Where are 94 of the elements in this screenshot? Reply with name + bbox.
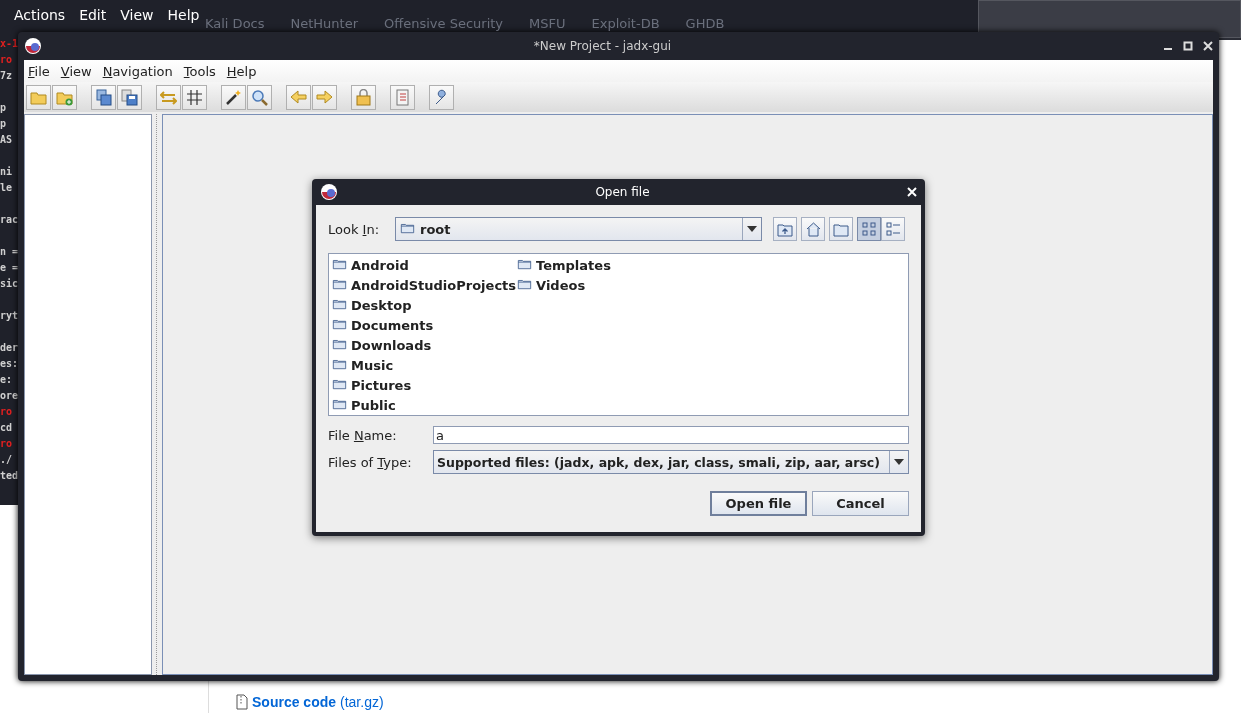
new-folder-icon xyxy=(833,221,849,237)
save-icon xyxy=(121,88,138,106)
app-logo-icon xyxy=(24,37,42,55)
terminal-text: rac xyxy=(0,213,18,227)
field-label: Look In: xyxy=(328,221,381,237)
folder-icon xyxy=(331,298,348,312)
terminal-text: ni xyxy=(0,165,14,179)
menu-item[interactable]: Tools xyxy=(183,63,216,79)
list-item[interactable]: Music xyxy=(351,357,394,373)
search-icon xyxy=(251,88,268,106)
terminal-text: cd xyxy=(0,421,14,435)
terminal-text: e = xyxy=(0,261,18,275)
terminal-text: sic xyxy=(0,277,18,291)
list-item[interactable]: AndroidStudioProjects xyxy=(351,277,517,293)
menu-item[interactable]: Actions xyxy=(14,7,66,23)
terminal-text: x-1 xyxy=(0,37,18,51)
forward-arrow-icon xyxy=(316,88,333,106)
terminal-text: der xyxy=(0,341,18,355)
folder-icon xyxy=(331,358,348,372)
terminal-text: ore xyxy=(0,389,18,403)
field-label: File Name: xyxy=(328,427,398,443)
terminal-text: ro xyxy=(0,437,14,451)
list-item[interactable]: Templates xyxy=(536,257,611,273)
folder-icon xyxy=(516,258,534,272)
folder-icon xyxy=(331,278,348,292)
menu-item[interactable]: View xyxy=(120,7,154,23)
folder-icon xyxy=(331,258,348,272)
cancel-button[interactable]: Cancel xyxy=(812,491,909,516)
home-icon xyxy=(805,221,821,237)
notebook-icon xyxy=(394,88,411,106)
folder-icon xyxy=(331,318,348,332)
list-item[interactable]: Public xyxy=(351,397,396,413)
caret-icon xyxy=(894,459,904,465)
zip-file-icon xyxy=(236,694,248,710)
grid-icon xyxy=(186,88,203,106)
details-view-icon xyxy=(885,221,901,237)
view-toggle[interactable] xyxy=(857,217,881,241)
terminal-text: p xyxy=(0,117,8,131)
terminal-text: ryt xyxy=(0,309,18,323)
maximize-icon[interactable] xyxy=(1183,41,1193,51)
terminal-text: es: xyxy=(0,357,18,371)
terminal-text: AS xyxy=(0,133,14,147)
terminal-text: e: xyxy=(0,373,14,387)
toolbar-button[interactable] xyxy=(221,84,246,110)
magic-wand-icon xyxy=(225,88,242,106)
list-view-icon xyxy=(861,221,877,237)
dropdown-value: Supported files: (jadx, apk, dex, jar, class, smali, zip, aar, arsc) xyxy=(436,454,881,470)
toolbar-button[interactable] xyxy=(91,84,116,110)
folder-icon xyxy=(516,278,534,292)
field-label: Files of Type: xyxy=(328,454,413,470)
list-item[interactable]: Desktop xyxy=(351,297,412,313)
menu-item[interactable]: Help xyxy=(226,63,257,79)
folder-icon xyxy=(331,338,348,352)
back-arrow-icon xyxy=(290,88,307,106)
dialog-title: Open file xyxy=(594,185,651,199)
terminal-text: n = xyxy=(0,245,18,259)
terminal-text: 7z xyxy=(0,69,14,83)
folder-icon xyxy=(331,378,348,392)
dropdown-value: root xyxy=(420,221,451,237)
terminal-text: ro xyxy=(0,405,14,419)
list-item[interactable]: Android xyxy=(351,257,409,273)
menu-item[interactable]: View xyxy=(60,63,92,79)
open-file-button[interactable]: Open file xyxy=(710,491,807,516)
toolbar-button[interactable] xyxy=(182,84,207,110)
input-field[interactable]: a xyxy=(433,426,909,444)
swap-arrows-icon xyxy=(160,88,177,106)
terminal-text: ted xyxy=(0,469,18,483)
menu-item[interactable]: Help xyxy=(167,7,200,23)
app-logo-icon xyxy=(320,183,338,201)
list-item[interactable]: Pictures xyxy=(351,377,412,393)
folder-icon xyxy=(331,398,348,412)
menu-item[interactable]: File xyxy=(28,63,50,79)
list-item[interactable]: Documents xyxy=(351,317,434,333)
lock-icon xyxy=(355,88,372,106)
list-item[interactable]: Downloads xyxy=(351,337,432,353)
menu-item[interactable]: Navigation xyxy=(102,63,173,79)
list-item[interactable]: Videos xyxy=(536,277,586,293)
folder-icon xyxy=(399,222,416,236)
terminal-text: p xyxy=(0,101,8,115)
toolbar-button[interactable] xyxy=(117,84,142,110)
look-in-dropdown[interactable]: root xyxy=(395,217,762,241)
folder-up-icon xyxy=(777,221,793,237)
window-title: *New Project - jadx-gui xyxy=(532,39,673,53)
terminal-text: le xyxy=(0,181,14,195)
menu-item[interactable]: Edit xyxy=(79,7,107,23)
caret-icon xyxy=(747,226,757,232)
source-code-link[interactable]: Source code xyxy=(252,694,337,710)
copy-icon xyxy=(95,88,112,106)
archive-type-text: (tar.gz) xyxy=(340,694,384,710)
close-icon[interactable] xyxy=(1203,41,1213,51)
terminal-text: ./ xyxy=(0,453,14,467)
terminal-text: ro xyxy=(0,53,14,67)
view-toggle[interactable] xyxy=(881,217,905,241)
file-type-dropdown[interactable]: Supported files: (jadx, apk, dex, jar, class, smali, zip, aar, arsc) xyxy=(433,450,909,474)
